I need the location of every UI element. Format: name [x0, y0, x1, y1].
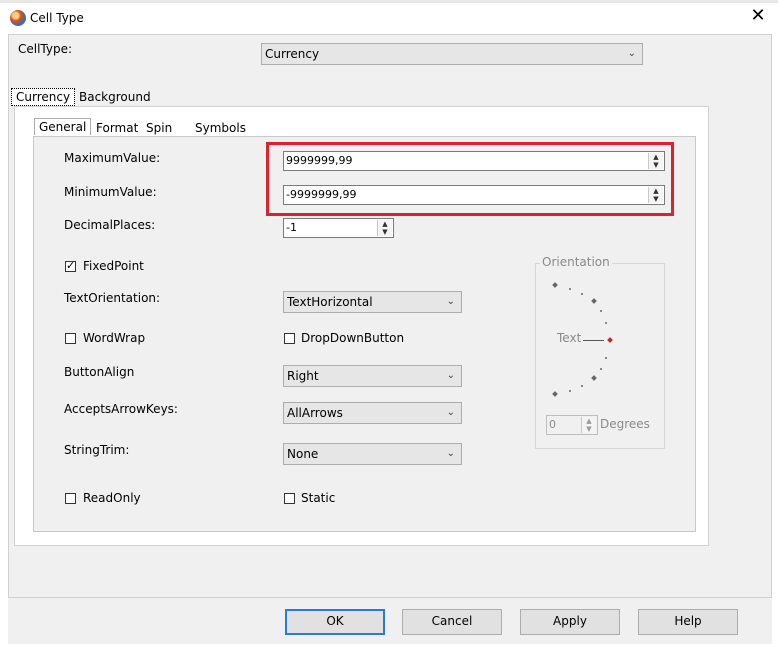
maximum-value: 9999999,99	[286, 154, 353, 167]
dropdownbutton-checkbox[interactable]	[284, 333, 295, 344]
celltype-select[interactable]: Currency ⌄	[261, 43, 643, 65]
help-button[interactable]: Help	[638, 609, 738, 635]
degrees-input[interactable]: 0 ▲ ▼	[546, 415, 598, 435]
degrees-label: Degrees	[600, 417, 650, 431]
tab-general[interactable]: General	[34, 118, 92, 135]
orientation-tick	[569, 288, 571, 290]
maximum-value-input[interactable]: 9999999,99 ▲ ▼	[283, 151, 665, 171]
accepts-arrow-keys-value: AllArrows	[287, 406, 343, 420]
chevron-down-icon: ⌄	[446, 448, 455, 459]
accepts-arrow-keys-label: AcceptsArrowKeys:	[64, 402, 178, 416]
spin-up-icon[interactable]: ▲	[582, 417, 596, 425]
orientation-tick	[569, 390, 571, 392]
orientation-tick	[605, 322, 607, 324]
button-align-label: ButtonAlign	[64, 365, 135, 379]
orientation-tick	[605, 357, 607, 359]
string-trim-label: StringTrim:	[64, 443, 130, 457]
string-trim-value: None	[287, 447, 319, 461]
string-trim-select[interactable]: None ⌄	[283, 443, 462, 465]
degrees-spinner[interactable]: ▲ ▼	[581, 417, 596, 433]
celltype-value: Currency	[265, 47, 320, 61]
decimal-places-input[interactable]: -1 ▲ ▼	[283, 218, 394, 238]
apply-button[interactable]: Apply	[520, 609, 620, 635]
static-label: Static	[301, 491, 336, 505]
degrees-value: 0	[549, 418, 556, 431]
accepts-arrow-keys-select[interactable]: AllArrows ⌄	[283, 402, 462, 424]
minimum-value-label: MinimumValue:	[64, 185, 157, 199]
wordwrap-label: WordWrap	[83, 331, 146, 345]
maximum-value-label: MaximumValue:	[64, 151, 161, 165]
spin-up-icon[interactable]: ▲	[649, 153, 663, 161]
minimum-value: -9999999,99	[286, 188, 357, 201]
tab-currency[interactable]: Currency	[11, 88, 76, 106]
background-grid-strip	[0, 0, 778, 3]
tab-format[interactable]: Format	[92, 120, 142, 136]
tab-spin[interactable]: Spin	[142, 120, 176, 136]
minimum-value-input[interactable]: -9999999,99 ▲ ▼	[283, 185, 665, 205]
text-orientation-value: TextHorizontal	[287, 295, 373, 309]
spin-down-icon[interactable]: ▼	[378, 228, 392, 236]
minimum-spinner[interactable]: ▲ ▼	[648, 187, 663, 203]
orientation-needle	[583, 340, 604, 341]
button-align-value: Right	[287, 369, 319, 383]
chevron-down-icon: ⌄	[627, 48, 636, 59]
orientation-text-label: Text	[557, 331, 582, 345]
maximum-spinner[interactable]: ▲ ▼	[648, 153, 663, 169]
spin-down-icon[interactable]: ▼	[582, 425, 596, 433]
dropdownbutton-label: DropDownButton	[301, 331, 405, 345]
button-align-select[interactable]: Right ⌄	[283, 365, 462, 387]
title-bar: Cell Type ✕	[0, 0, 778, 34]
decimal-places-value: -1	[286, 221, 297, 234]
spin-up-icon[interactable]: ▲	[649, 187, 663, 195]
text-orientation-label: TextOrientation:	[64, 291, 161, 305]
static-checkbox[interactable]	[284, 493, 295, 504]
close-icon[interactable]: ✕	[748, 4, 768, 28]
orientation-tick	[581, 293, 583, 295]
readonly-checkbox[interactable]	[65, 493, 76, 504]
readonly-label: ReadOnly	[83, 491, 141, 505]
chevron-down-icon: ⌄	[446, 296, 455, 307]
decimal-spinner[interactable]: ▲ ▼	[377, 220, 392, 236]
spin-down-icon[interactable]: ▼	[649, 195, 663, 203]
orientation-tick	[581, 385, 583, 387]
wordwrap-checkbox[interactable]	[65, 333, 76, 344]
fixedpoint-checkbox[interactable]	[65, 259, 76, 272]
ok-button[interactable]: OK	[285, 609, 385, 635]
text-orientation-select[interactable]: TextHorizontal ⌄	[283, 291, 462, 313]
tab-background[interactable]: Background	[75, 89, 155, 105]
chevron-down-icon: ⌄	[446, 407, 455, 418]
app-icon	[10, 10, 26, 26]
orientation-group-label: Orientation	[540, 255, 612, 269]
fixedpoint-label: FixedPoint	[83, 259, 144, 273]
window-title: Cell Type	[30, 11, 84, 25]
decimal-places-label: DecimalPlaces:	[64, 218, 156, 232]
spin-up-icon[interactable]: ▲	[378, 220, 392, 228]
tab-symbols[interactable]: Symbols	[191, 120, 250, 136]
orientation-tick	[600, 368, 602, 370]
chevron-down-icon: ⌄	[446, 370, 455, 381]
celltype-label: CellType:	[18, 42, 73, 56]
orientation-tick	[600, 310, 602, 312]
spin-down-icon[interactable]: ▼	[649, 161, 663, 169]
cancel-button[interactable]: Cancel	[402, 609, 502, 635]
